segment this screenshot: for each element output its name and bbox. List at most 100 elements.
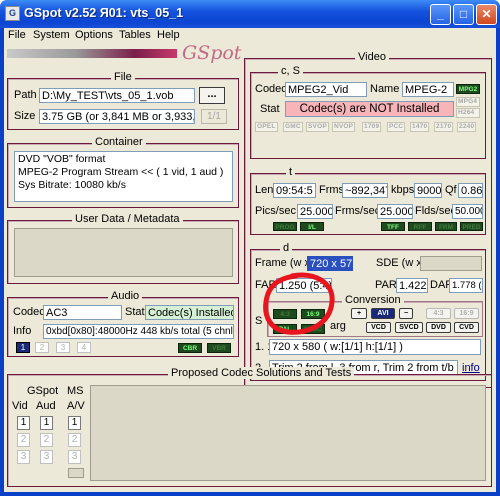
dar-field: 1.778 (16:9) — [449, 278, 483, 293]
tag-1470: 1470 — [410, 122, 430, 132]
gmc-tag: GMC — [283, 122, 303, 132]
minimize-button[interactable]: _ — [430, 4, 451, 25]
codec-solutions-legend: Proposed Codec Solutions and Tests — [168, 367, 355, 379]
add-button[interactable]: + — [351, 308, 367, 319]
aud-solution-1[interactable]: 1 — [40, 416, 53, 430]
app-window: G GSpot v2.52 Я01: vts_05_1 _ □ ✕ File S… — [0, 0, 500, 496]
size-label: Size — [14, 110, 36, 122]
video-stat-label: Stat — [260, 103, 280, 115]
rff-indicator: RFF — [408, 222, 432, 231]
decorative-color-strip — [7, 49, 177, 58]
path-field[interactable]: D:\My_TEST\vts_05_1.vob — [39, 88, 195, 103]
gspot-app-icon[interactable]: G — [5, 6, 20, 21]
gspot-column-label: GSpot — [27, 385, 59, 397]
video-name-field: MPEG-2 — [402, 82, 454, 97]
close-button[interactable]: ✕ — [476, 4, 497, 25]
menu-help[interactable]: Help — [157, 29, 180, 41]
mpg4-indicator: MPG4 — [456, 97, 480, 107]
len-label: Len — [255, 184, 274, 196]
av-solution-1[interactable]: 1 — [68, 416, 81, 430]
page-indicator: 1/1 — [201, 109, 227, 124]
par-label: PAR — [375, 279, 397, 291]
container-legend: Container — [92, 136, 146, 148]
sde-field — [420, 256, 482, 271]
resolution-prefix: 720 — [272, 341, 291, 353]
vbr-indicator: VBR — [207, 343, 231, 353]
frame-size-field: 720 x 576 — [307, 256, 353, 271]
flds-field: 50.000 — [452, 204, 483, 219]
prog-indicator: PROG — [273, 222, 297, 231]
container-line: DVD "VOB" format — [18, 153, 106, 165]
dvd-button[interactable]: DVD — [426, 322, 451, 333]
qf-label: Qf — [445, 184, 457, 196]
opel-tag: OPEL — [255, 122, 278, 132]
info-link[interactable]: info — [462, 362, 480, 374]
av-solution-3[interactable]: 3 — [68, 450, 81, 464]
ratio-16-9-button[interactable]: 16:9 — [454, 308, 479, 319]
tag-1709: 1709 — [362, 122, 382, 132]
aud-solution-2[interactable]: 2 — [40, 433, 53, 447]
aud-solution-3[interactable]: 3 — [40, 450, 53, 464]
codec-subgroup-legend: c, S — [278, 65, 303, 77]
svcd-button[interactable]: SVCD — [395, 322, 423, 333]
frms-label: Frms — [319, 184, 345, 196]
userdata-area — [14, 228, 233, 277]
audio-stream-1[interactable]: 1 — [16, 342, 30, 353]
userdata-legend: User Data / Metadata — [72, 213, 183, 225]
audio-stream-2[interactable]: 2 — [35, 342, 49, 353]
menu-options[interactable]: Options — [75, 29, 113, 41]
gspot-logo: GSpot — [182, 42, 242, 64]
av-extra-slot — [68, 468, 84, 478]
frame-size-label: Frame (w x — [255, 257, 310, 269]
avi-button[interactable]: AVI — [371, 308, 395, 319]
menu-file[interactable]: File — [8, 29, 26, 41]
browse-button[interactable]: ... — [199, 87, 225, 104]
codec-solutions-area — [90, 385, 486, 481]
menu-tables[interactable]: Tables — [119, 29, 151, 41]
size-field: 3.75 GB (or 3,841 MB or 3,933,59 — [39, 109, 195, 124]
audio-info-label: Info — [13, 325, 32, 337]
title-bar[interactable]: G GSpot v2.52 Я01: vts_05_1 _ □ ✕ — [0, 0, 500, 28]
audio-codec-field: AC3 — [43, 305, 122, 320]
video-codec-label: Codec — [255, 83, 287, 95]
client-area: File System Options Tables Help GSpot Fi… — [4, 28, 496, 492]
remove-button[interactable]: − — [399, 308, 413, 319]
nvop-tag: NVOP — [332, 122, 356, 132]
aud-column-label: Aud — [36, 400, 56, 412]
kbps-label: kbps — [391, 184, 415, 196]
timing-subgroup-legend: t — [286, 166, 296, 178]
frms-sec-field: 25.000 — [377, 204, 413, 219]
audio-stream-3[interactable]: 3 — [56, 342, 70, 353]
cbr-indicator: CBR — [178, 343, 202, 353]
video-name-label: Name — [370, 83, 400, 95]
vid-solution-1[interactable]: 1 — [17, 416, 30, 430]
pcc-tag: PCC — [387, 122, 406, 132]
maximize-button[interactable]: □ — [453, 4, 474, 25]
mpg2-indicator: MPG2 — [456, 84, 480, 94]
video-stat-field: Codec(s) are NOT Installed — [285, 101, 454, 117]
resolution-field: 720 x 580 ( w:[1/1] h:[1/1] ) — [269, 339, 481, 355]
video-legend: Video — [355, 51, 389, 63]
vcd-button[interactable]: VCD — [366, 322, 391, 333]
frms-field: ~892,347 — [342, 183, 388, 198]
conversion-legend: Conversion — [342, 294, 404, 306]
audio-codec-label: Codec — [13, 306, 45, 318]
red-annotation-circle — [263, 272, 335, 335]
menu-system[interactable]: System — [33, 29, 70, 41]
audio-stream-4[interactable]: 4 — [77, 342, 91, 353]
vid-solution-3[interactable]: 3 — [17, 450, 30, 464]
frm-indicator: FRM — [435, 222, 457, 231]
vid-solution-2[interactable]: 2 — [17, 433, 30, 447]
audio-stat-label: Stat — [125, 306, 145, 318]
frms-sec-label: Frms/sec — [335, 205, 381, 217]
pred-indicator: PRED — [460, 222, 483, 231]
resolution-value: x 580 ( w:[1/1] h:[1/1] ) — [293, 341, 403, 353]
audio-stat-field: Codec(s) Installed — [145, 305, 234, 320]
cvd-button[interactable]: CVD — [454, 322, 479, 333]
pics-field: 25.000 — [297, 204, 333, 219]
path-label: Path — [14, 89, 37, 101]
pics-label: Pics/sec — [255, 205, 296, 217]
window-title: GSpot v2.52 Я01: vts_05_1 — [24, 6, 184, 20]
ratio-4-3-button[interactable]: 4:3 — [426, 308, 451, 319]
av-solution-2[interactable]: 2 — [68, 433, 81, 447]
